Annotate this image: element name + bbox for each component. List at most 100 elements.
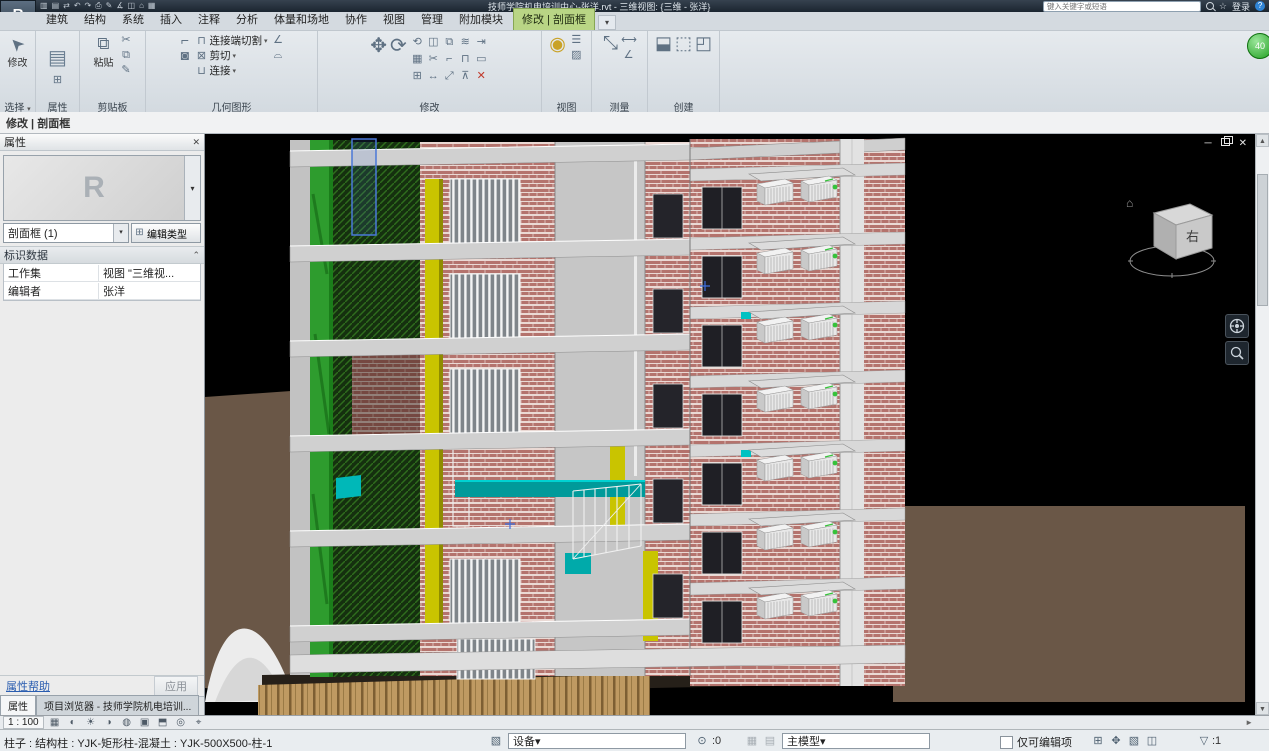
identity-data-section-header[interactable]: 标识数据 ⌃	[0, 246, 204, 264]
panel-select-label[interactable]: 选择	[4, 103, 24, 112]
temporary-hide-icon[interactable]: ◎	[174, 717, 188, 729]
type-properties-icon[interactable]: ⊞	[50, 73, 65, 87]
trim-icon[interactable]: ⌐	[442, 52, 457, 66]
wall-joins-icon[interactable]: ∠	[271, 33, 286, 47]
move-icon[interactable]: ✥	[370, 33, 387, 99]
measure-angle-icon[interactable]: ∠	[621, 48, 636, 62]
cut-geometry-button[interactable]: ⊠ 剪切 ▾	[195, 48, 267, 63]
visual-style-icon[interactable]: ◐	[66, 717, 80, 729]
delete-icon[interactable]: ✕	[474, 69, 489, 83]
minimize-window-button[interactable]: ─	[1205, 138, 1212, 150]
viewcube[interactable]: 右 ⌂	[1120, 189, 1240, 312]
application-menu-button[interactable]: R	[0, 0, 36, 12]
measure-tool-icon[interactable]: ⤡	[603, 33, 618, 99]
offset-icon[interactable]: ⇥	[474, 35, 489, 49]
shadows-icon[interactable]: ◑	[102, 717, 116, 729]
join-end-cut-button[interactable]: ⊓ 连接端切割 ▾	[195, 33, 267, 48]
extend-icon[interactable]: ⊓	[458, 52, 473, 66]
tab-massing-site[interactable]: 体量和场地	[266, 9, 337, 30]
tab-modify-section-box[interactable]: 修改 | 剖面框	[513, 8, 595, 30]
demolish-icon[interactable]: ⌓	[271, 48, 286, 62]
property-value[interactable]: 视图 "三维视...	[99, 265, 200, 281]
mirror-icon[interactable]: ◫	[426, 35, 441, 49]
element-type-combo[interactable]: 剖面框 (1) ▾	[3, 223, 129, 243]
chevron-down-icon[interactable]: ▾	[184, 156, 200, 220]
select-pinned-icon[interactable]: ◫	[1144, 733, 1160, 749]
editable-only-checkbox[interactable]: 仅可编辑项	[1000, 734, 1072, 750]
tab-manage[interactable]: 管理	[413, 9, 451, 30]
array-icon[interactable]: ≋	[458, 35, 473, 49]
create-group-icon[interactable]: ⬓	[655, 33, 672, 99]
rotate-icon[interactable]: ⟳	[390, 33, 407, 99]
reveal-hidden-icon[interactable]: ◉	[549, 33, 566, 99]
crop-view-icon[interactable]: ▣	[138, 717, 152, 729]
collapse-icon[interactable]: ⌃	[192, 250, 200, 261]
align-icon[interactable]: ▭	[474, 52, 489, 66]
linework-icon[interactable]: ☰	[569, 33, 584, 47]
restore-window-button[interactable]	[1221, 138, 1230, 150]
copy-small-icon[interactable]: ⧉	[442, 35, 457, 49]
properties-help-link[interactable]: 属性帮助	[6, 678, 50, 694]
tab-structure[interactable]: 结构	[76, 9, 114, 30]
sign-in-label[interactable]: 登录	[1232, 0, 1250, 12]
tab-view[interactable]: 视图	[375, 9, 413, 30]
tab-systems[interactable]: 系统	[114, 9, 152, 30]
property-value[interactable]: 张洋	[99, 283, 200, 299]
split-icon[interactable]: ✂	[426, 52, 441, 66]
cope-icon[interactable]: ⌐	[177, 33, 192, 47]
editing-requests-icon[interactable]: ⊙	[694, 733, 710, 749]
notification-icon[interactable]: 40	[1247, 33, 1269, 59]
sun-path-icon[interactable]: ☀	[84, 717, 98, 729]
create-assembly-icon[interactable]: ◰	[695, 33, 712, 99]
search-input[interactable]	[1043, 1, 1201, 12]
join-button[interactable]: ⊔ 连接 ▾	[195, 63, 267, 78]
search-icon[interactable]	[1206, 2, 1214, 10]
scroll-down-button[interactable]: ▼	[1256, 702, 1269, 715]
pin-icon[interactable]: ⊞	[410, 69, 425, 83]
design-option-icon[interactable]: ▦	[744, 733, 760, 749]
steering-wheel-button[interactable]	[1225, 314, 1249, 338]
help-icon[interactable]: ?	[1255, 1, 1265, 11]
scale-button[interactable]: 1 : 100	[3, 716, 44, 729]
select-links-icon[interactable]: ▧	[1126, 733, 1142, 749]
design-option-edit-icon[interactable]: ▤	[762, 733, 778, 749]
edit-type-button[interactable]: ⊞ 编辑类型	[131, 223, 201, 243]
resize-icon[interactable]: ⤢	[442, 69, 457, 83]
active-workset-select[interactable]: 设备 ▾	[508, 733, 686, 749]
zoom-button[interactable]	[1225, 341, 1249, 365]
close-icon[interactable]: ✕	[192, 137, 200, 148]
tab-addins[interactable]: 附加模块	[451, 9, 511, 30]
tab-architecture[interactable]: 建筑	[38, 9, 76, 30]
scale-icon[interactable]: ▦	[410, 52, 425, 66]
filter-icon[interactable]: ▽	[1196, 733, 1212, 749]
paste-button[interactable]: ⧉ 粘贴	[92, 33, 116, 99]
ribbon-options-dropdown-icon[interactable]: ▾	[598, 15, 616, 30]
checkbox-box[interactable]	[1000, 736, 1013, 749]
copy-icon[interactable]: ⧉	[119, 48, 134, 62]
render-icon[interactable]: ◍	[120, 717, 134, 729]
favorites-star-icon[interactable]: ☆	[1219, 1, 1227, 12]
unpin-icon[interactable]: ↔	[426, 69, 441, 83]
crop-region-icon[interactable]: ⬒	[156, 717, 170, 729]
close-window-button[interactable]: ✕	[1239, 138, 1247, 150]
worksharing-icon[interactable]: ▧	[488, 733, 504, 749]
tab-collaborate[interactable]: 协作	[337, 9, 375, 30]
scroll-right-icon[interactable]: ►	[1245, 718, 1253, 727]
press-drag-icon[interactable]: ✥	[1108, 733, 1124, 749]
detail-level-icon[interactable]: ▦	[48, 717, 62, 729]
type-selector[interactable]: R ▾	[3, 155, 201, 221]
drawing-area[interactable]: ─ ✕ 右 ⌂	[205, 134, 1255, 715]
tab-insert[interactable]: 插入	[152, 9, 190, 30]
paint-icon[interactable]: ◙	[177, 48, 192, 62]
section-box-selection[interactable]	[352, 139, 376, 235]
reveal-hidden-elements-icon[interactable]: ⌖	[192, 717, 206, 729]
palette-title-bar[interactable]: 属性 ✕	[0, 134, 204, 151]
rotate-small-icon[interactable]: ⟲	[410, 35, 425, 49]
apply-button[interactable]: 应用	[154, 676, 198, 696]
tab-annotate[interactable]: 注释	[190, 9, 228, 30]
create-similar-icon[interactable]: ⬚	[675, 33, 692, 99]
model-3d-view[interactable]	[205, 134, 1255, 715]
cut-icon[interactable]: ✂	[119, 33, 134, 47]
tab-project-browser[interactable]: 项目浏览器 - 技师学院机电培训...	[36, 695, 199, 715]
match-type-icon[interactable]: ✎	[119, 63, 134, 77]
